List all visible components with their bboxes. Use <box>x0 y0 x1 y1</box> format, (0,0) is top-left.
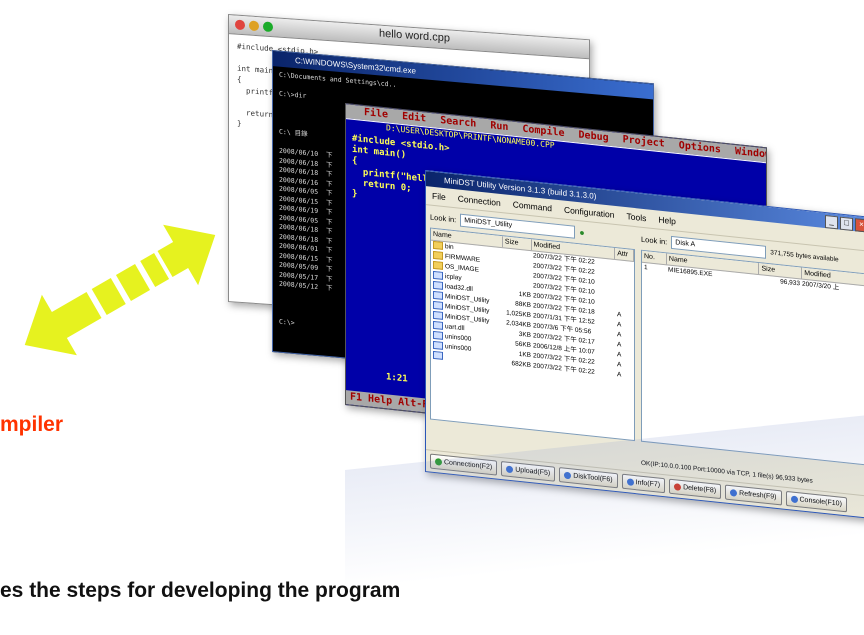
mac-window-title: hello word.cpp <box>379 27 450 45</box>
device-lookin-label: Look in: <box>641 234 668 246</box>
caption-text: es the steps for developing the program <box>0 579 401 602</box>
file-icon <box>433 341 443 351</box>
file-icon <box>433 321 443 331</box>
column-header[interactable]: Attr <box>615 247 634 261</box>
file-icon <box>433 311 443 321</box>
menu-item[interactable]: Project <box>623 134 665 149</box>
toolbar-item[interactable]: Connection <box>458 193 501 208</box>
folder-icon <box>433 261 443 271</box>
menu-item[interactable]: Options <box>679 140 721 155</box>
menu-item[interactable]: Debug <box>579 130 609 144</box>
menu-item[interactable]: Search <box>440 115 476 130</box>
menu-item[interactable]: Run <box>490 120 508 133</box>
local-file-list[interactable]: Name Size Modified Attr bin 2007/3/22 下午 02:… <box>430 227 635 442</box>
double-arrow-icon <box>24 224 216 356</box>
zoom-icon[interactable] <box>263 21 273 33</box>
toolbar-item[interactable]: Configuration <box>564 205 615 220</box>
close-icon[interactable] <box>235 19 245 31</box>
local-file-pane[interactable]: Look in: MiniDST_Utility ● Name Size Modif… <box>430 210 635 447</box>
folder-icon <box>433 241 443 251</box>
maximize-icon[interactable]: □ <box>840 216 853 231</box>
compiler-label: mpiler <box>0 413 64 436</box>
file-icon <box>433 351 443 361</box>
file-size: 682KB <box>511 360 531 370</box>
file-icon <box>433 301 443 311</box>
minimize-icon[interactable]: _ <box>825 215 838 230</box>
file-icon <box>433 331 443 341</box>
toolbar-item[interactable]: Help <box>658 215 675 227</box>
menu-item[interactable]: File <box>364 107 388 121</box>
file-icon <box>433 281 443 291</box>
cursor-position: 1:21 <box>386 372 408 385</box>
minimize-icon[interactable] <box>249 20 259 32</box>
up-folder-icon[interactable]: ● <box>579 227 584 238</box>
toolbar-item[interactable]: File <box>432 191 446 202</box>
menu-item[interactable]: Window <box>735 146 767 161</box>
file-attr: A <box>617 371 622 379</box>
close-icon[interactable]: × <box>855 218 864 233</box>
file-icon <box>433 271 443 281</box>
local-lookin-label: Look in: <box>430 212 457 224</box>
file-number: 1 <box>644 264 648 272</box>
toolbar-item[interactable]: Command <box>513 199 552 213</box>
menu-item[interactable]: Edit <box>402 111 426 125</box>
file-icon <box>433 291 443 301</box>
menu-item[interactable]: Compile <box>522 124 564 139</box>
folder-icon <box>433 251 443 261</box>
toolbar-item[interactable]: Tools <box>627 211 647 223</box>
free-space-text: 371,755 bytes available <box>770 248 839 263</box>
